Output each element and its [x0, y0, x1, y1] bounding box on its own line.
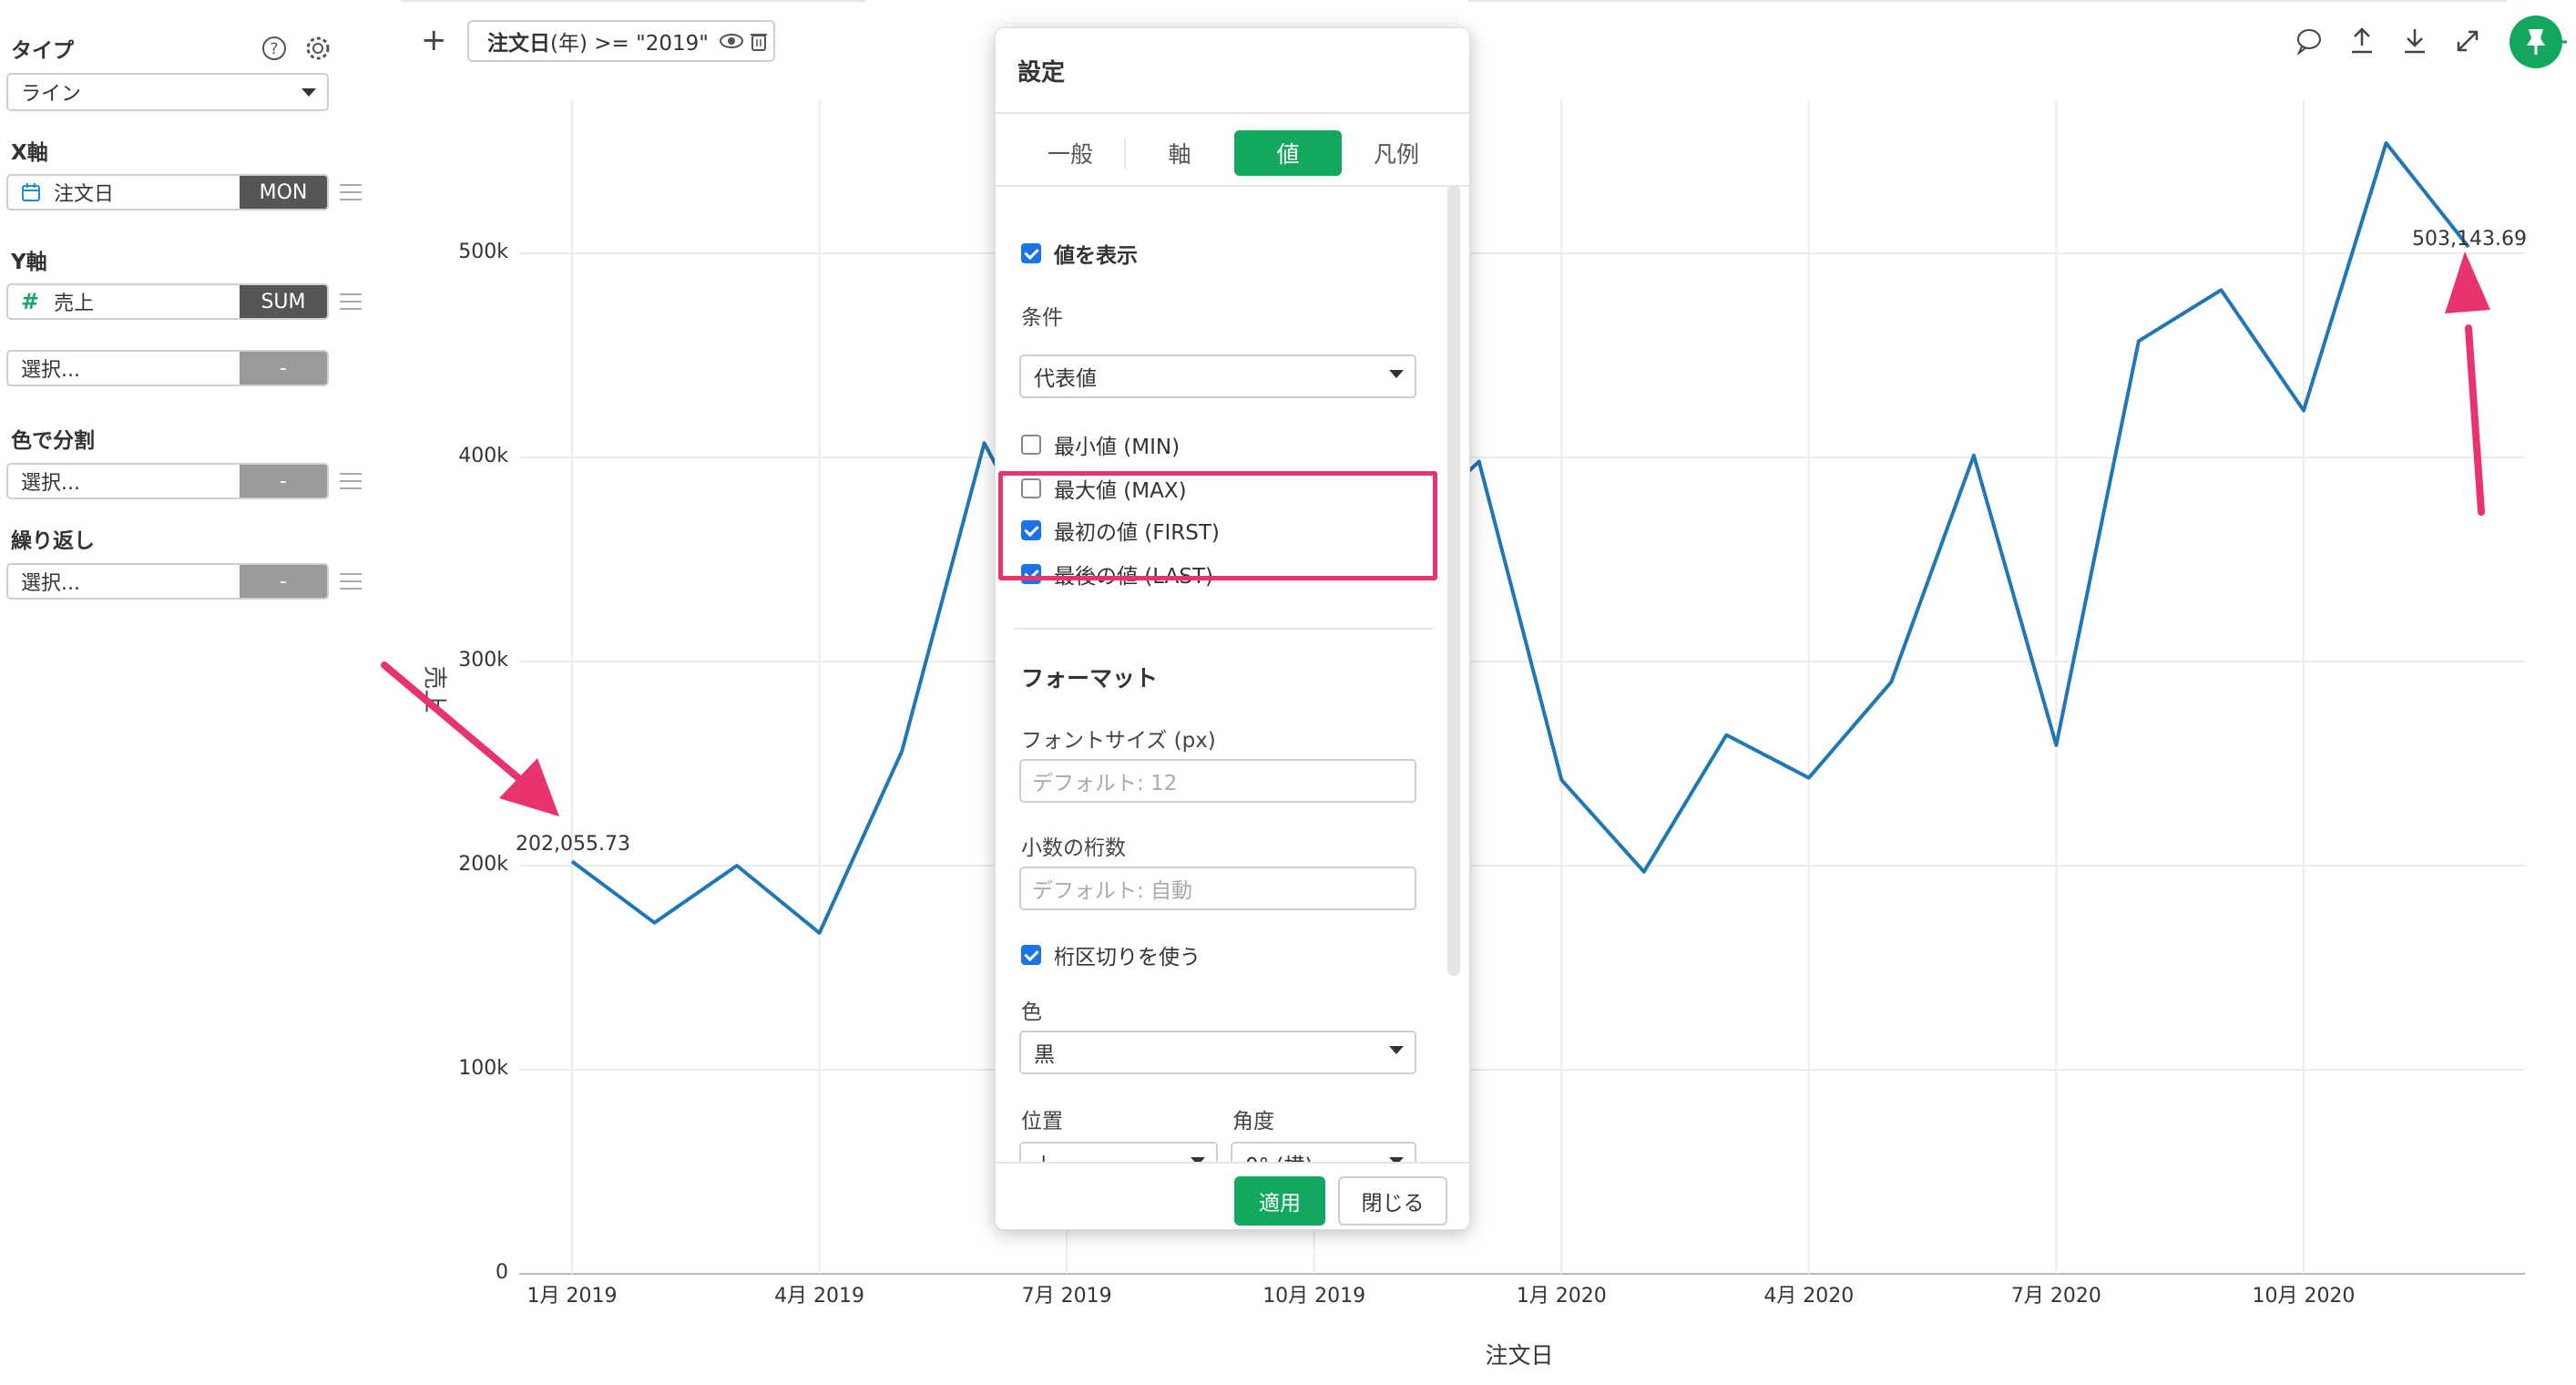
font-size-placeholder: デフォルト: 12 [1032, 772, 1178, 795]
decimals-input[interactable]: デフォルト: 自動 [1019, 867, 1416, 910]
chevron-down-icon [1389, 370, 1404, 378]
series-line [570, 141, 2470, 935]
font-size-input[interactable]: デフォルト: 12 [1019, 759, 1416, 803]
separator-checkbox[interactable]: 桁区切りを使う [1021, 939, 1201, 970]
apply-button[interactable]: 適用 [1234, 1176, 1325, 1226]
condition-select[interactable]: 代表値 [1019, 354, 1416, 398]
position-value: 上 [1034, 1148, 1055, 1162]
dialog-scrollbar[interactable] [1447, 185, 1460, 976]
x-tick-label: 7月 2019 [1021, 1285, 1112, 1308]
dialog-tabs: 一般 軸 値 凡例 [996, 119, 1469, 183]
show-values-checkbox[interactable]: 値を表示 [1021, 238, 1138, 269]
y-tick-label: 100k [458, 1057, 508, 1080]
checkbox-unchecked [1021, 435, 1041, 455]
checkbox-checked [1021, 243, 1041, 263]
position-select[interactable]: 上 [1019, 1142, 1218, 1162]
x-tick-label: 1月 2019 [526, 1285, 618, 1308]
x-tick-label: 4月 2020 [1763, 1285, 1855, 1308]
dialog-title: 設定 [1017, 59, 1066, 87]
y-tick-label: 400k [458, 445, 508, 467]
x-tick-label: 10月 2019 [1262, 1285, 1366, 1308]
y-axis-title: 売上 [420, 665, 448, 713]
color-value: 黒 [1034, 1043, 1055, 1067]
close-button[interactable]: 閉じる [1338, 1176, 1447, 1226]
dialog-body: 値を表示 条件 代表値 最小値 (MIN) 最大値 (MAX) 最初の値 (FI… [996, 185, 1469, 1162]
font-size-label: フォントサイズ (px) [1021, 729, 1216, 753]
angle-select[interactable]: 0° (横) [1231, 1142, 1416, 1162]
x-tick-label: 7月 2020 [2010, 1285, 2101, 1308]
y-tick-label: 200k [458, 853, 508, 876]
dialog-footer: 適用 閉じる [996, 1162, 1469, 1229]
y-tick-label: 500k [458, 241, 508, 263]
angle-label: 角度 [1232, 1110, 1274, 1134]
decimals-label: 小数の桁数 [1021, 836, 1126, 860]
condition-label: 条件 [1021, 306, 1063, 330]
color-select[interactable]: 黒 [1019, 1031, 1416, 1074]
tab-legend[interactable]: 凡例 [1343, 130, 1450, 176]
color-label: 色 [1021, 1000, 1042, 1024]
x-tick-label: 10月 2020 [2252, 1285, 2356, 1308]
x-tick-label: 4月 2019 [774, 1285, 865, 1308]
show-values-label: 値を表示 [1054, 244, 1138, 268]
format-heading: フォーマット [1021, 665, 1159, 692]
min-checkbox[interactable]: 最小値 (MIN) [1021, 429, 1180, 460]
last-value-label: 503,143.69 [2412, 228, 2527, 251]
min-label: 最小値 (MIN) [1054, 436, 1181, 459]
decimals-placeholder: デフォルト: 自動 [1032, 879, 1193, 903]
tab-general[interactable]: 一般 [1017, 130, 1124, 176]
settings-dialog: 設定 一般 軸 値 凡例 値を表示 条件 代表値 最小値 (MIN) 最大値 (… [995, 27, 1470, 1230]
dialog-title-divider [996, 112, 1469, 114]
checkbox-checked [1021, 945, 1041, 965]
chevron-down-icon [1389, 1046, 1404, 1054]
y-tick-label: 300k [458, 649, 508, 672]
x-axis-title: 注文日 [1485, 1342, 1554, 1369]
tab-values[interactable]: 値 [1234, 130, 1342, 176]
highlight-box [998, 471, 1437, 580]
tab-axis[interactable]: 軸 [1126, 130, 1233, 176]
x-tick-label: 1月 2020 [1516, 1285, 1607, 1308]
condition-value: 代表値 [1034, 367, 1097, 391]
first-value-label: 202,055.73 [516, 833, 630, 856]
angle-value: 0° (横) [1245, 1148, 1313, 1162]
separator-label: 桁区切りを使う [1054, 946, 1201, 970]
position-label: 位置 [1021, 1110, 1063, 1134]
section-divider [1014, 628, 1433, 630]
